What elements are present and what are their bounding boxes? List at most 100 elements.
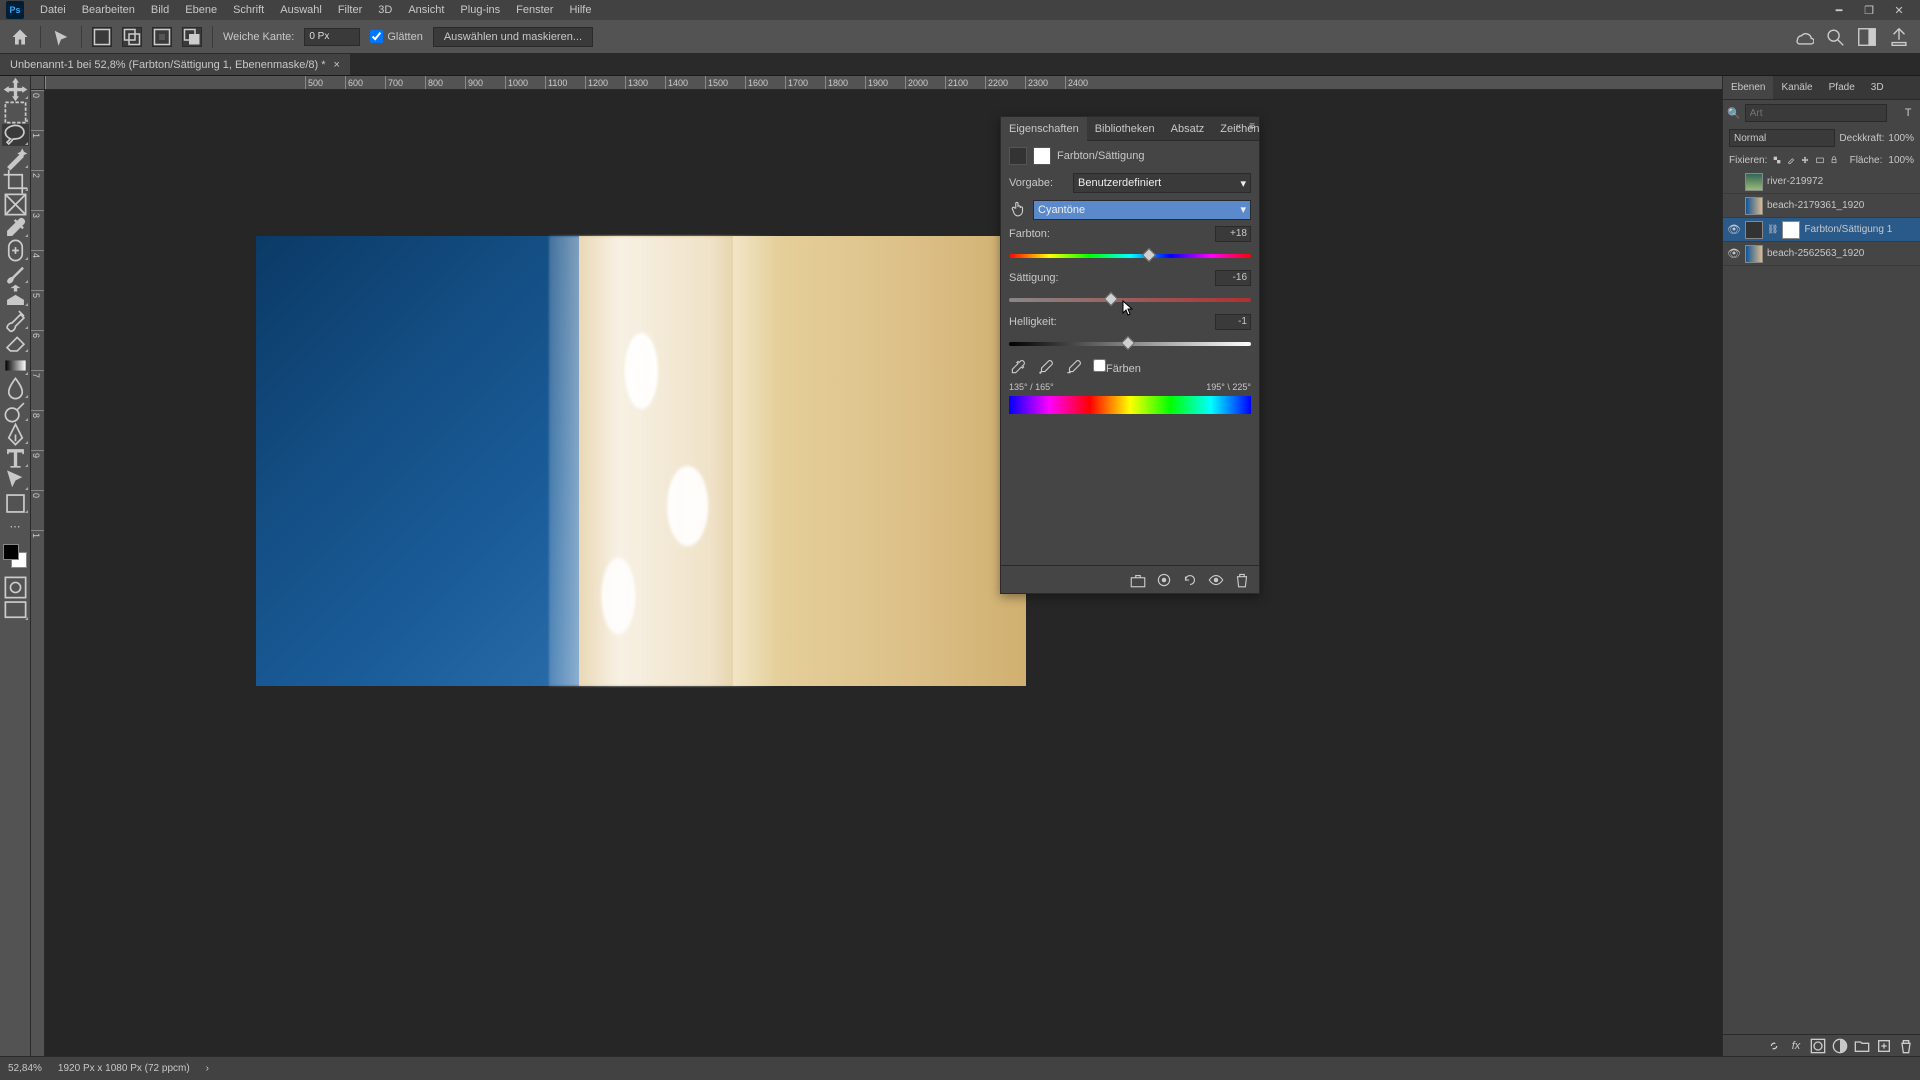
menu-help[interactable]: Hilfe: [561, 4, 599, 16]
blend-mode-dropdown[interactable]: Normal: [1729, 129, 1835, 147]
blur-tool[interactable]: [2, 377, 29, 399]
selection-add-icon[interactable]: [122, 27, 142, 47]
cloud-docs-icon[interactable]: [1792, 26, 1814, 48]
layer-name[interactable]: river-219972: [1767, 176, 1823, 187]
menu-image[interactable]: Bild: [143, 4, 177, 16]
tab-pfade[interactable]: Pfade: [1821, 76, 1863, 99]
marquee-tool[interactable]: [2, 101, 29, 123]
selection-new-icon[interactable]: [92, 27, 112, 47]
workspace-icon[interactable]: [1856, 26, 1878, 48]
menu-filter[interactable]: Filter: [330, 4, 370, 16]
menu-window[interactable]: Fenster: [508, 4, 561, 16]
screenmode-icon[interactable]: [2, 599, 29, 621]
lock-transparent-icon[interactable]: [1773, 153, 1781, 167]
panel-collapse-icon[interactable]: «: [1235, 121, 1241, 132]
panel-menu-icon[interactable]: ≡: [1249, 121, 1255, 132]
brush-tool[interactable]: [2, 262, 29, 284]
tab-eigenschaften[interactable]: Eigenschaften: [1001, 117, 1087, 141]
eyedropper-minus-icon[interactable]: [1065, 358, 1083, 376]
lightness-slider[interactable]: [1009, 336, 1251, 350]
menu-file[interactable]: Datei: [32, 4, 74, 16]
tab-ebenen[interactable]: Ebenen: [1723, 76, 1773, 99]
window-restore-icon[interactable]: ❐: [1854, 4, 1884, 17]
view-previous-icon[interactable]: [1155, 571, 1173, 589]
status-chevron-icon[interactable]: ›: [206, 1063, 209, 1074]
crop-tool[interactable]: [2, 170, 29, 192]
opacity-value[interactable]: 100%: [1888, 133, 1914, 144]
type-tool[interactable]: [2, 446, 29, 468]
saturation-value[interactable]: -16: [1215, 270, 1251, 286]
channel-dropdown[interactable]: Cyantöne▾: [1033, 200, 1251, 220]
window-minimize-icon[interactable]: ━: [1824, 4, 1854, 17]
magic-wand-tool[interactable]: [2, 147, 29, 169]
layer-filter-input[interactable]: [1745, 104, 1887, 122]
toggle-visibility-icon[interactable]: [1207, 571, 1225, 589]
path-selection-tool[interactable]: [2, 469, 29, 491]
ruler-origin[interactable]: [31, 76, 45, 90]
hue-value[interactable]: +18: [1215, 226, 1251, 242]
canvas-area[interactable]: 5006007008009001000110012001300140015001…: [31, 76, 1722, 1056]
new-group-icon[interactable]: [1854, 1038, 1870, 1054]
zoom-value[interactable]: 52,84%: [8, 1063, 42, 1074]
hand-target-icon[interactable]: [1009, 199, 1027, 220]
layer-thumbnail[interactable]: [1745, 173, 1763, 191]
visibility-toggle-icon[interactable]: 👁: [1727, 247, 1741, 260]
layer-row[interactable]: 👁 beach-2562563_1920: [1723, 242, 1920, 266]
history-brush-tool[interactable]: [2, 308, 29, 330]
clone-stamp-tool[interactable]: [2, 285, 29, 307]
menu-plugins[interactable]: Plug-ins: [452, 4, 508, 16]
layer-row[interactable]: river-219972: [1723, 170, 1920, 194]
new-adjustment-icon[interactable]: [1832, 1038, 1848, 1054]
tool-preset-icon[interactable]: [51, 27, 71, 47]
edit-toolbar-icon[interactable]: ⋯: [2, 515, 29, 537]
layer-row[interactable]: 👁 ⛓ Farbton/Sättigung 1: [1723, 218, 1920, 242]
ruler-horizontal[interactable]: 5006007008009001000110012001300140015001…: [45, 76, 1722, 90]
clip-to-layer-icon[interactable]: [1129, 571, 1147, 589]
lock-pixels-icon[interactable]: [1787, 153, 1795, 167]
doc-info[interactable]: 1920 Px x 1080 Px (72 ppcm): [58, 1063, 190, 1074]
filter-type-icon[interactable]: T: [1905, 105, 1912, 121]
selection-subtract-icon[interactable]: [152, 27, 172, 47]
dodge-tool[interactable]: [2, 400, 29, 422]
layer-name[interactable]: beach-2562563_1920: [1767, 248, 1864, 259]
eraser-tool[interactable]: [2, 331, 29, 353]
selection-intersect-icon[interactable]: [182, 27, 202, 47]
lasso-tool[interactable]: [2, 124, 29, 146]
delete-layer-icon[interactable]: [1898, 1038, 1914, 1054]
reset-icon[interactable]: [1181, 571, 1199, 589]
lock-position-icon[interactable]: [1801, 153, 1809, 167]
tab-bibliotheken[interactable]: Bibliotheken: [1087, 117, 1163, 141]
window-close-icon[interactable]: ✕: [1884, 4, 1914, 17]
visibility-toggle-icon[interactable]: 👁: [1727, 223, 1741, 236]
fill-value[interactable]: 100%: [1888, 155, 1914, 166]
adjustment-thumbnail[interactable]: [1745, 221, 1763, 239]
canvas-image[interactable]: [256, 236, 1026, 686]
layer-thumbnail[interactable]: [1745, 197, 1763, 215]
close-icon[interactable]: ×: [334, 59, 340, 71]
link-layers-icon[interactable]: [1766, 1038, 1782, 1054]
link-icon[interactable]: ⛓: [1767, 224, 1778, 235]
eyedropper-tool[interactable]: [2, 216, 29, 238]
menu-layer[interactable]: Ebene: [177, 4, 225, 16]
eyedropper-icon[interactable]: [1009, 358, 1027, 376]
ruler-vertical[interactable]: 012345678901: [31, 90, 45, 1056]
lock-all-icon[interactable]: [1830, 153, 1838, 167]
quickmask-icon[interactable]: [2, 576, 29, 598]
healing-brush-tool[interactable]: [2, 239, 29, 261]
layer-thumbnail[interactable]: [1745, 245, 1763, 263]
layer-name[interactable]: Farbton/Sättigung 1: [1804, 224, 1892, 235]
mask-icon[interactable]: [1033, 147, 1051, 165]
layer-row[interactable]: beach-2179361_1920: [1723, 194, 1920, 218]
menu-view[interactable]: Ansicht: [400, 4, 452, 16]
share-icon[interactable]: [1888, 26, 1910, 48]
menu-3d[interactable]: 3D: [370, 4, 400, 16]
menu-select[interactable]: Auswahl: [272, 4, 330, 16]
move-tool[interactable]: [2, 78, 29, 100]
layer-name[interactable]: beach-2179361_1920: [1767, 200, 1864, 211]
delete-adjustment-icon[interactable]: [1233, 571, 1251, 589]
tab-absatz[interactable]: Absatz: [1163, 117, 1213, 141]
tab-kanale[interactable]: Kanäle: [1773, 76, 1820, 99]
menu-type[interactable]: Schrift: [225, 4, 272, 16]
select-and-mask-button[interactable]: Auswählen und maskieren...: [433, 27, 593, 47]
feather-input[interactable]: [304, 28, 360, 46]
